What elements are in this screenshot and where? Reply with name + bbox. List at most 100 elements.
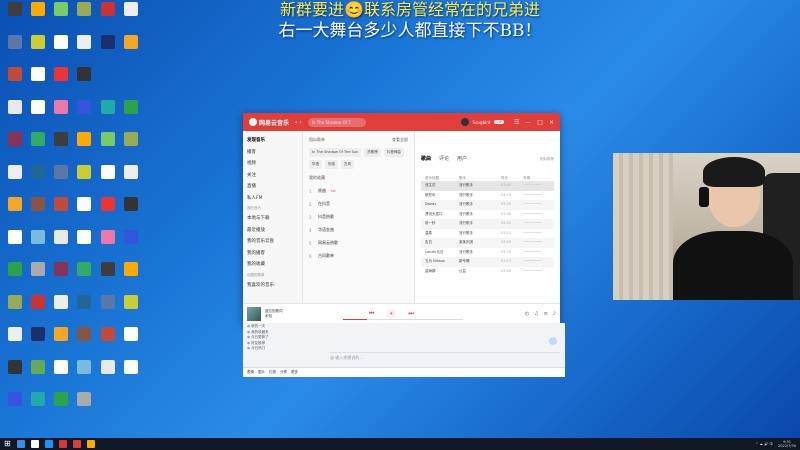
desktop-icon[interactable]	[50, 197, 72, 223]
desktop-icon[interactable]	[50, 132, 72, 158]
desktop-icon[interactable]	[27, 359, 49, 386]
close-icon[interactable]: ×	[549, 119, 554, 126]
playlist-tag[interactable]: 热歌榜	[364, 148, 381, 157]
desktop-icon[interactable]	[27, 294, 49, 321]
table-row[interactable]: 漂流天涯口 流行歌手 03:58 ••••••••••••	[421, 210, 554, 220]
menu-icon[interactable]: ☰	[514, 119, 519, 126]
sidebar-item-follow[interactable]: 关注	[247, 170, 298, 182]
taskbar-app-icon[interactable]	[86, 440, 95, 448]
col-duration[interactable]: 时长	[501, 176, 523, 181]
playlist-tag[interactable]: 古风	[341, 160, 354, 169]
desktop-icon[interactable]	[4, 2, 26, 28]
desktop-icon[interactable]	[4, 132, 26, 158]
table-row[interactable]: 告白 某某乐团 03:49 ••••••••••••	[421, 238, 554, 248]
desktop-icon[interactable]	[73, 164, 95, 191]
desktop-icon[interactable]	[120, 34, 142, 61]
desktop-icon[interactable]	[27, 2, 49, 28]
username[interactable]: Songbird	[473, 120, 491, 125]
tab-songs[interactable]: 歌曲	[421, 155, 431, 162]
desktop-icon[interactable]	[50, 99, 72, 126]
playlist-tag[interactable]: 伤感	[325, 160, 338, 169]
sidebar-item-video[interactable]: 视频	[247, 158, 298, 170]
sidebar-item-local[interactable]: 本地与下载	[247, 213, 298, 225]
list-item[interactable]: 4 华语金曲	[309, 227, 408, 233]
list-item[interactable]: 1 原曲 MV	[309, 188, 408, 194]
desktop-icon[interactable]	[4, 262, 26, 288]
desktop-icon[interactable]	[4, 34, 26, 61]
col-artist[interactable]: 歌手	[459, 176, 501, 181]
desktop-icon[interactable]	[97, 99, 119, 126]
sidebar-item-cloud[interactable]: 我的音乐云盘	[247, 236, 298, 248]
desktop-icon[interactable]	[50, 262, 72, 288]
table-row[interactable]: 双生花 流行歌手 03:45 ••••••••••••	[421, 181, 554, 191]
taskbar-app-icon[interactable]	[16, 440, 25, 448]
playlist-icon[interactable]: ≡	[544, 311, 548, 317]
taskbar-app-icon[interactable]	[58, 440, 67, 448]
tray-icons[interactable]: ^ ☁ 🔊 中	[755, 442, 773, 447]
desktop-icon[interactable]	[73, 132, 95, 158]
desktop-icon[interactable]	[120, 132, 142, 158]
table-row[interactable]: 前一秒 流行歌手 04:02 ••••••••••••	[421, 219, 554, 229]
desktop-icon[interactable]	[120, 229, 142, 256]
desktop-icon[interactable]	[50, 2, 72, 28]
sidebar-item-recent[interactable]: 最近播放	[247, 225, 298, 237]
desktop-icon[interactable]	[73, 229, 95, 256]
desktop-icon[interactable]	[73, 2, 95, 28]
desktop-icon[interactable]	[120, 2, 142, 28]
desktop-icon[interactable]	[97, 359, 119, 386]
list-more-link[interactable]: 查看全部	[392, 137, 408, 143]
sidebar-item-mypodcast[interactable]: 我的播客	[247, 248, 298, 260]
table-row[interactable]: Lanzhi元旦 流行歌手 03:33 ••••••••••••	[421, 248, 554, 258]
desktop-icon[interactable]	[27, 197, 49, 223]
lyrics-icon[interactable]: ♫	[534, 311, 538, 317]
nav-arrows[interactable]: ‹ ›	[295, 119, 302, 126]
pause-button[interactable]: ⏸	[386, 308, 397, 319]
desktop-icon[interactable]	[97, 327, 119, 353]
avatar[interactable]	[460, 118, 469, 126]
desktop-icon[interactable]	[27, 164, 49, 191]
desktop-icon[interactable]	[4, 327, 26, 353]
desktop-icon[interactable]	[73, 392, 95, 418]
table-row[interactable]: 曲海娜 公益 03:40 ••••••••••••	[421, 267, 554, 277]
list-item[interactable]: 3 抖音热歌	[309, 214, 408, 220]
start-button[interactable]: ⊞	[4, 440, 11, 448]
list-item[interactable]: 2 在抖音	[309, 201, 408, 207]
desktop-icon[interactable]	[73, 34, 95, 61]
list-item[interactable]: 5 网易云热歌	[309, 240, 408, 246]
desktop-icon[interactable]	[50, 294, 72, 321]
desktop-icon[interactable]	[120, 197, 142, 223]
taskbar-app-icon[interactable]	[30, 440, 39, 448]
album-cover[interactable]	[247, 306, 261, 321]
desktop-icon[interactable]	[73, 294, 95, 321]
list-item[interactable]: 6 古风歌单	[309, 253, 408, 259]
desktop-icon[interactable]	[50, 229, 72, 256]
desktop-icon[interactable]	[120, 262, 142, 288]
table-row[interactable]: 五月 Nilious 新专辑 03:15 ••••••••••••	[421, 257, 554, 267]
desktop-icon[interactable]	[73, 99, 95, 126]
col-title[interactable]: 音乐标题	[425, 176, 459, 181]
desktop-icon[interactable]	[120, 164, 142, 191]
desktop-icon[interactable]	[120, 327, 142, 353]
tab-users[interactable]: 用户	[457, 155, 467, 162]
desktop-icon[interactable]	[27, 99, 49, 126]
desktop-icon[interactable]	[4, 294, 26, 321]
sidebar-item-collection[interactable]: 我的收藏	[247, 259, 298, 271]
now-playing-artist[interactable]: 未知	[265, 314, 325, 319]
music-search-input[interactable]: In The Shadow Of T	[307, 117, 366, 127]
desktop-icon[interactable]	[4, 164, 26, 191]
desktop-icon[interactable]	[97, 132, 119, 158]
desktop-icon[interactable]	[97, 229, 119, 256]
desktop-icon[interactable]	[27, 132, 49, 158]
playlist-tag[interactable]: In The Shadow Of The Sun	[309, 148, 362, 157]
desktop-icon[interactable]	[4, 229, 26, 256]
desktop-icon[interactable]	[27, 262, 49, 288]
desktop-icon[interactable]	[120, 99, 142, 126]
table-row[interactable]: 温柔 流行歌手 03:21 ••••••••••••	[421, 229, 554, 239]
desktop-icon[interactable]	[120, 359, 142, 386]
clock[interactable]: 9:31 2022/7/30	[778, 440, 796, 448]
desktop-icon[interactable]	[97, 164, 119, 191]
maximize-icon[interactable]: □	[537, 119, 543, 126]
desktop-icon[interactable]	[4, 197, 26, 223]
taskbar-app-icon[interactable]	[72, 440, 81, 448]
desktop-icon[interactable]	[50, 392, 72, 418]
